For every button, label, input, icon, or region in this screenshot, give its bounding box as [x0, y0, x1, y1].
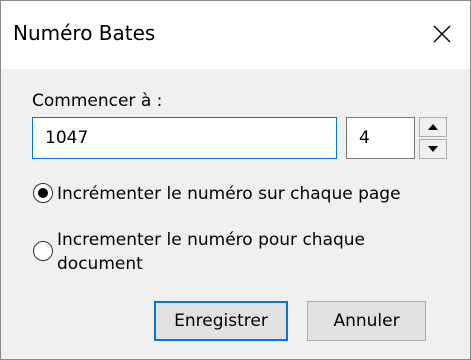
- spin-down-button[interactable]: [419, 139, 447, 159]
- digits-input[interactable]: [346, 117, 415, 159]
- start-label: Commencer à :: [32, 91, 163, 111]
- radio-option-per-document[interactable]: Incrementer le numéro pour chaque docume…: [33, 229, 429, 276]
- digits-spinner: [419, 117, 447, 159]
- close-button[interactable]: [419, 13, 465, 55]
- arrow-down-icon: [428, 146, 438, 152]
- radio-selected-dot: [38, 188, 48, 198]
- radio-label-per-document: Incrementer le numéro pour chaque docume…: [57, 230, 366, 274]
- arrow-up-icon: [428, 124, 438, 130]
- radio-button-per-page[interactable]: [33, 183, 53, 203]
- bates-number-dialog: Numéro Bates Commencer à : Incrémenter l…: [0, 0, 471, 360]
- start-number-input[interactable]: [32, 117, 337, 159]
- spin-up-button[interactable]: [419, 117, 447, 137]
- save-button[interactable]: Enregistrer: [154, 301, 288, 341]
- radio-button-per-document[interactable]: [33, 241, 53, 261]
- dialog-title: Numéro Bates: [13, 21, 156, 45]
- close-icon: [433, 25, 451, 43]
- cancel-button[interactable]: Annuler: [307, 301, 426, 341]
- radio-label-per-page: Incrémenter le numéro sur chaque page: [57, 184, 401, 204]
- radio-option-per-page[interactable]: Incrémenter le numéro sur chaque page: [33, 183, 401, 206]
- title-bar: Numéro Bates: [1, 1, 470, 70]
